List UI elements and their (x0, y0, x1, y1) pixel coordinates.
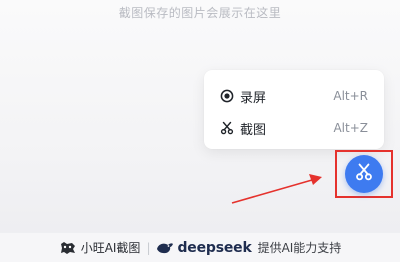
menu-item-label: 截图 (240, 122, 267, 138)
menu-item-record[interactable]: 录屏 Alt+R (204, 83, 384, 109)
screenshot-fab-button[interactable] (345, 155, 383, 193)
brand-logo-icon (59, 241, 77, 255)
screen-tool-menu: 录屏 Alt+R 截图 Alt+Z (204, 70, 384, 149)
powered-by-text: 提供AI能力支持 (257, 241, 342, 255)
record-icon (220, 89, 234, 103)
brand-name: 小旺AI截图 (80, 241, 141, 255)
scissors-icon (354, 162, 374, 186)
shortcut-label: Alt+Z (333, 121, 368, 135)
menu-item-label: 录屏 (240, 90, 267, 106)
fab-highlight-box (335, 150, 393, 198)
shortcut-label: Alt+R (333, 89, 368, 103)
partner-name: deepseek (177, 239, 252, 256)
empty-hint: 截图保存的图片会展示在这里 (118, 6, 282, 20)
footer-bar: 小旺AI截图 | deepseek 提供AI能力支持 (0, 232, 400, 262)
footer-separator: | (146, 240, 151, 255)
scissors-icon (220, 121, 234, 135)
menu-item-screenshot[interactable]: 截图 Alt+Z (204, 115, 384, 141)
deepseek-logo-icon (156, 241, 174, 255)
